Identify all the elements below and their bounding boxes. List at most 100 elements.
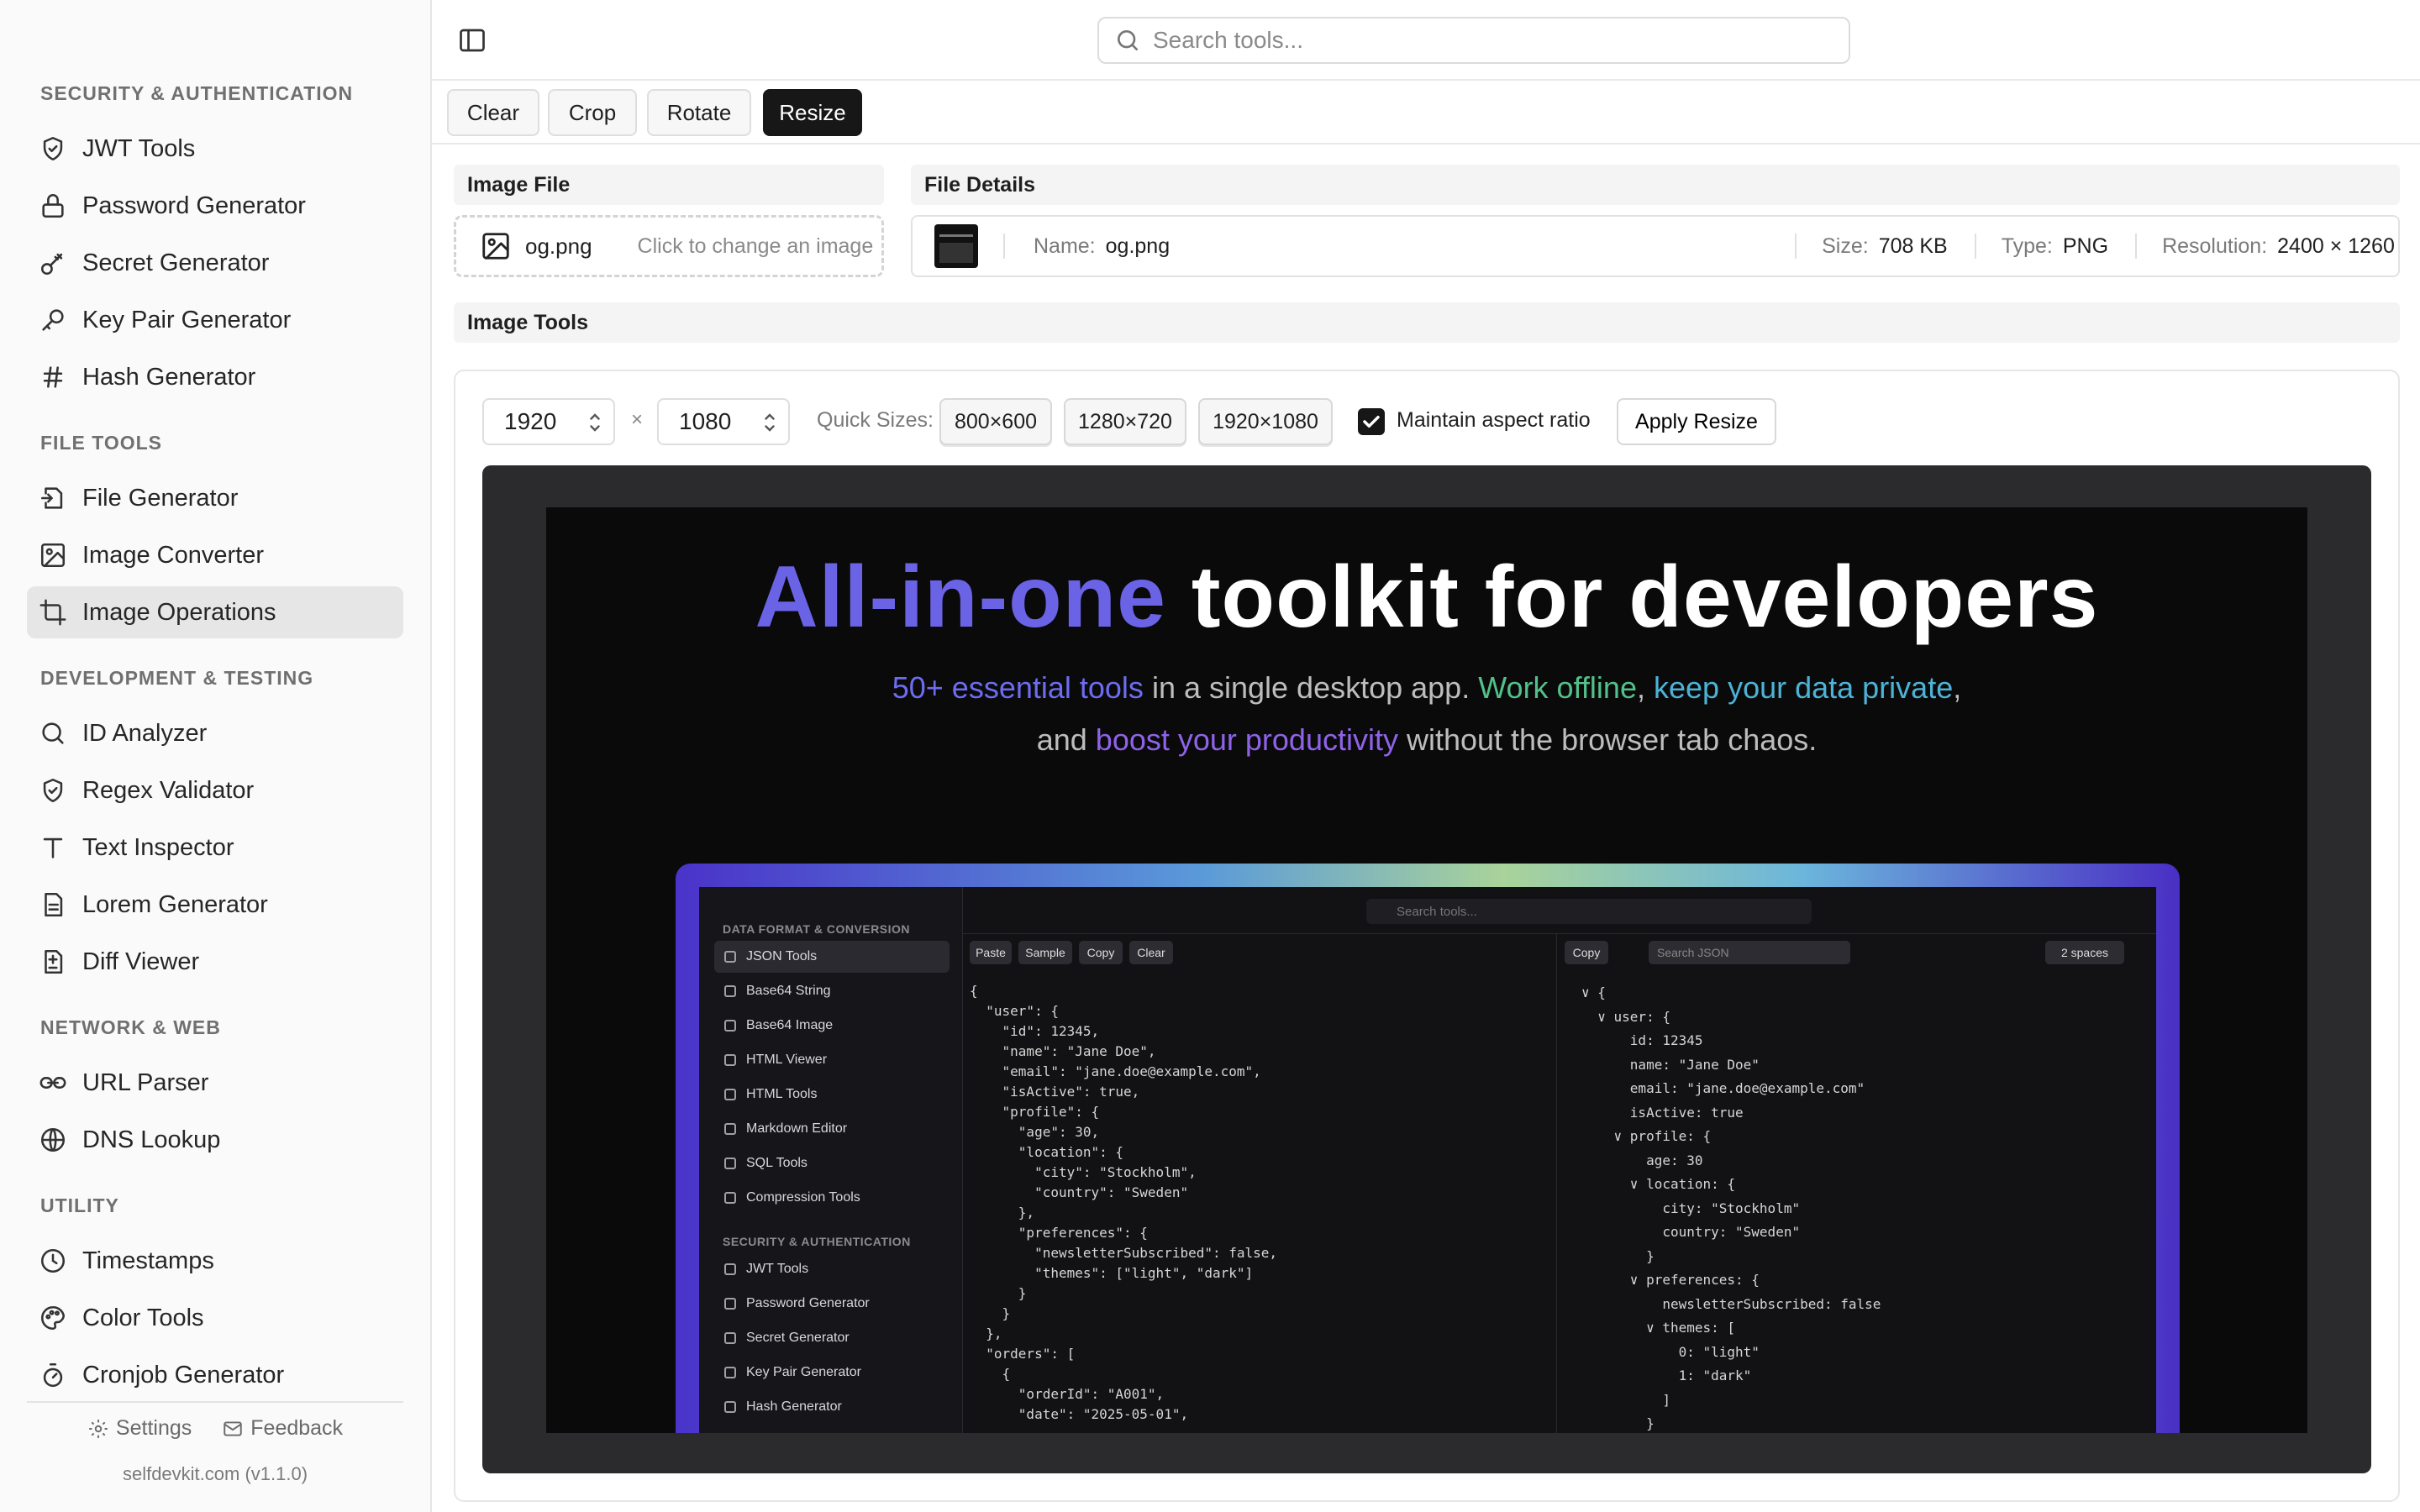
preview-divider: [1556, 934, 1557, 1433]
search-input[interactable]: Search tools...: [1153, 27, 1303, 54]
stepper-icon[interactable]: [588, 410, 602, 435]
image-icon: [482, 233, 509, 260]
feedback-link[interactable]: Feedback: [222, 1416, 343, 1441]
sidebar-item-label: Key Pair Generator: [82, 306, 292, 333]
sidebar-item-timestamps[interactable]: Timestamps: [27, 1235, 403, 1287]
sidebar-item-hash-generator[interactable]: Hash Generator: [27, 351, 403, 403]
preview-subtitle-line2: and boost your productivity without the …: [546, 722, 2307, 758]
sidebar-item-label: JWT Tools: [82, 134, 196, 162]
preview-item: Secret Generator: [714, 1322, 950, 1354]
sidebar-toggle-icon[interactable]: [457, 25, 487, 55]
section-development: DEVELOPMENT & TESTING: [40, 667, 314, 689]
image-file-header: Image File: [454, 165, 884, 205]
crop-button[interactable]: Crop: [548, 89, 637, 136]
file-text-icon: [45, 892, 63, 917]
top-bar: Search tools...: [432, 0, 2420, 81]
quick-size-1280x720[interactable]: 1280×720: [1064, 398, 1186, 445]
preview-buttons: Paste Sample Copy Clear Copy Search JSON…: [963, 934, 2156, 973]
sidebar-item-image-converter[interactable]: Image Converter: [27, 529, 403, 581]
divider: [1003, 234, 1005, 259]
sidebar-scroll-area[interactable]: — ˙ SECURITY & AUTHENTICATION JWT Tools …: [0, 0, 430, 1401]
headline-accent: All-in-one: [755, 549, 1167, 646]
preview-topbar: Search tools...: [963, 887, 2156, 934]
preview-item: Markdown Editor: [714, 1113, 950, 1145]
times-symbol: ×: [631, 408, 644, 431]
sub-part: keep your data private: [1654, 670, 1954, 705]
preview-item-label: Markdown Editor: [746, 1121, 848, 1136]
height-value: 1080: [679, 408, 732, 434]
shield-check-icon: [43, 136, 63, 161]
preview-item: Hash Generator: [714, 1391, 950, 1423]
height-input[interactable]: 1080: [657, 398, 790, 445]
file-details-header: File Details: [911, 165, 2400, 205]
sidebar-item-label: Image Converter: [82, 541, 264, 569]
preview-button: Copy: [1079, 941, 1123, 964]
sidebar-item-url-parser[interactable]: URL Parser: [27, 1057, 403, 1109]
hash-icon: [43, 366, 63, 388]
image-dropzone[interactable]: og.png Click to change an image: [454, 215, 884, 277]
sidebar-item-label: Password Generator: [82, 192, 306, 219]
preview-item-label: HTML Viewer: [746, 1053, 828, 1067]
preview-subtitle-line1: 50+ essential tools in a single desktop …: [546, 670, 2307, 706]
sidebar-item-color-tools[interactable]: Color Tools: [27, 1292, 403, 1344]
maintain-aspect-checkbox[interactable]: [1358, 408, 1385, 435]
sidebar-item-regex-validator[interactable]: Regex Validator: [27, 764, 403, 816]
sidebar-item-secret-generator[interactable]: Secret Generator: [27, 237, 403, 289]
settings-link[interactable]: Settings: [87, 1416, 192, 1441]
type-icon: [43, 837, 63, 858]
preview-button: Paste: [970, 941, 1012, 964]
key-round-icon: [40, 253, 63, 276]
file-input-icon: [40, 487, 63, 509]
resize-button[interactable]: Resize: [763, 89, 862, 136]
rotate-button[interactable]: Rotate: [647, 89, 751, 136]
sidebar-item-dns-lookup[interactable]: DNS Lookup: [27, 1114, 403, 1166]
section-security: SECURITY & AUTHENTICATION: [40, 82, 354, 104]
sidebar-item-label: Image Operations: [82, 598, 276, 626]
preview-json-tree: ∨ { ∨ user: { id: 12345 name: "Jane Doe"…: [1581, 984, 1881, 1431]
preview-headline: All-in-one toolkit for developers: [546, 548, 2307, 648]
preview-image: All-in-one toolkit for developers 50+ es…: [546, 507, 2307, 1433]
preview-item: Compression Tools: [714, 1182, 950, 1214]
preview-item: Key Pair Generator: [714, 1357, 950, 1389]
preview-item: Password Generator: [714, 1288, 950, 1320]
sidebar-item-password-generator[interactable]: Password Generator: [27, 180, 403, 232]
quick-sizes-label: Quick Sizes:: [817, 408, 934, 432]
search-icon: [42, 722, 64, 744]
file-diff-icon: [45, 949, 63, 974]
sub-part: Work offline: [1478, 670, 1637, 705]
clear-button[interactable]: Clear: [447, 89, 539, 136]
sidebar-item-key-pair-generator[interactable]: Key Pair Generator: [27, 294, 403, 346]
sub-part: boost your productivity: [1095, 722, 1398, 757]
sidebar-item-label: Color Tools: [82, 1304, 204, 1331]
search-box[interactable]: Search tools...: [1097, 17, 1850, 64]
apply-resize-button[interactable]: Apply Resize: [1617, 398, 1776, 445]
section-utility: UTILITY: [40, 1194, 119, 1216]
sub-part: without the browser tab chaos.: [1397, 722, 1818, 757]
sidebar-item-label: DNS Lookup: [82, 1126, 221, 1153]
preview-item: Base64 String: [714, 975, 950, 1007]
sidebar-item-jwt-tools[interactable]: JWT Tools: [27, 123, 403, 175]
timer-icon: [43, 1362, 63, 1388]
sidebar-item-id-analyzer[interactable]: ID Analyzer: [27, 707, 403, 759]
sidebar-item-label: Secret Generator: [82, 249, 270, 276]
sidebar-item-text-inspector[interactable]: Text Inspector: [27, 822, 403, 874]
sidebar-item-file-generator[interactable]: File Generator: [27, 472, 403, 524]
preview-item-label: Password Generator: [746, 1296, 870, 1310]
preview-item-label: Key Pair Generator: [746, 1365, 861, 1379]
preview-section: SECURITY & AUTHENTICATION: [723, 1235, 911, 1248]
palette-icon: [40, 1305, 66, 1331]
sidebar-item-cronjob-generator[interactable]: Cronjob Generator: [27, 1349, 403, 1401]
preview-item-label: HTML Tools: [746, 1087, 818, 1101]
sidebar-item-image-operations[interactable]: Image Operations: [27, 586, 403, 638]
type-value: PNG: [2062, 234, 2109, 258]
quick-size-1920x1080[interactable]: 1920×1080: [1198, 398, 1333, 445]
width-input[interactable]: 1920: [482, 398, 615, 445]
maintain-aspect-label: Maintain aspect ratio: [1397, 408, 1591, 432]
image-thumbnail: [934, 224, 978, 268]
quick-size-800x600[interactable]: 800×600: [939, 398, 1052, 445]
sidebar-item-diff-viewer[interactable]: Diff Viewer: [27, 936, 403, 988]
preview-button: Clear: [1129, 941, 1173, 964]
sidebar-item-lorem-generator[interactable]: Lorem Generator: [27, 879, 403, 931]
stepper-icon[interactable]: [763, 410, 776, 435]
preview-item-label: SQL Tools: [746, 1156, 808, 1170]
